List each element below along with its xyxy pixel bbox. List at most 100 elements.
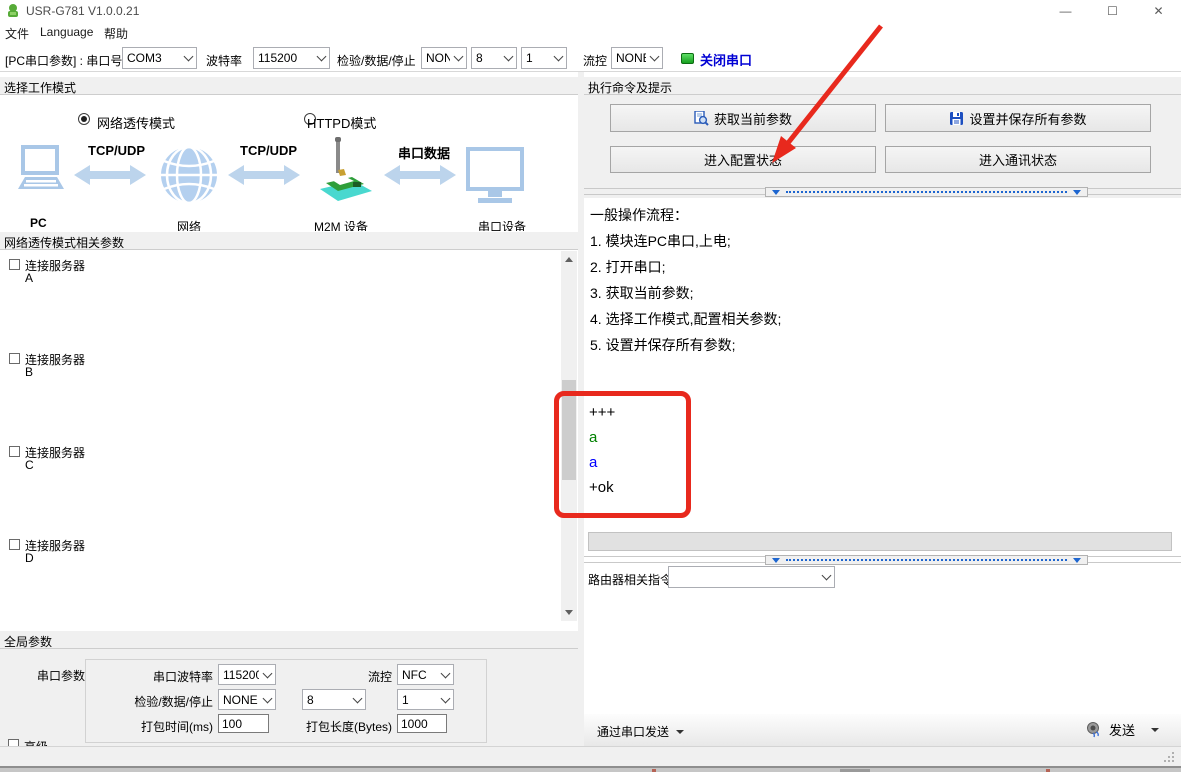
packlen-input[interactable] — [397, 714, 447, 733]
chevron-down-icon[interactable] — [437, 690, 453, 709]
send-via-serial-label: 通过串口发送 — [597, 723, 669, 740]
serial-flow-value: NFC — [398, 668, 437, 682]
instruction-line: 一般操作流程： — [590, 202, 781, 228]
server-c-label[interactable]: 连接服务器 — [25, 444, 85, 461]
packtime-label: 打包时间(ms) — [100, 718, 213, 735]
collapse-arrow-icon[interactable] — [1073, 190, 1081, 195]
resize-grip-icon[interactable] — [1163, 752, 1175, 764]
chevron-down-icon[interactable] — [437, 665, 453, 684]
radio-httpd-label[interactable]: HTTPD模式 — [307, 113, 376, 132]
splitter-dotted-line — [786, 191, 1067, 193]
chevron-down-icon[interactable] — [450, 48, 466, 68]
log-splitter[interactable] — [584, 186, 1181, 198]
serial-databits-value: 8 — [303, 693, 349, 707]
server-b-suffix: B — [25, 365, 33, 379]
server-a-label[interactable]: 连接服务器 — [25, 257, 85, 274]
server-b-label[interactable]: 连接服务器 — [25, 351, 85, 368]
parity-select[interactable]: NONI — [421, 47, 467, 69]
serial-parity-label: 检验/数据/停止 — [100, 693, 213, 710]
scroll-down-icon[interactable] — [561, 604, 577, 621]
chevron-down-icon[interactable] — [550, 48, 566, 68]
server-d-checkbox[interactable] — [9, 539, 20, 550]
radio-net-transparent-label[interactable]: 网络透传模式 — [97, 113, 175, 132]
scroll-up-icon[interactable] — [561, 251, 577, 268]
server-d-suffix: D — [25, 551, 34, 565]
terminal-line: +++ — [589, 400, 615, 425]
usr-g781-app-window: { "titlebar": { "title": "USR-G781 V1.0.… — [0, 0, 1181, 772]
databits-value: 8 — [472, 51, 500, 65]
collapse-arrow-icon[interactable] — [1073, 558, 1081, 563]
router-cmd-label: 路由器相关指令 — [588, 571, 672, 588]
splitter-collapse-handle[interactable] — [765, 187, 1088, 197]
radio-net-transparent-mode[interactable] — [78, 113, 90, 125]
save-params-button[interactable]: 设置并保存所有参数 — [885, 104, 1151, 132]
terminal-line: a — [589, 425, 615, 450]
chevron-down-icon[interactable] — [646, 48, 662, 68]
parity-label: 检验/数据/停止 — [337, 52, 416, 69]
chevron-down-icon[interactable] — [180, 48, 196, 68]
parity-value: NONI — [422, 51, 450, 65]
app-logo-icon — [5, 3, 21, 19]
serial-parity-select[interactable]: NONE — [218, 689, 276, 710]
m2m-device-icon — [310, 137, 376, 209]
send-input-area[interactable] — [584, 592, 1181, 714]
com-port-select[interactable]: COM3 — [122, 47, 197, 69]
com-port-value: COM3 — [123, 51, 180, 65]
server-a-checkbox[interactable] — [9, 259, 20, 270]
enter-config-button[interactable]: 进入配置状态 — [610, 146, 876, 173]
floppy-save-icon — [949, 111, 964, 126]
collapse-arrow-icon[interactable] — [772, 190, 780, 195]
send-via-serial-dropdown[interactable]: 通过串口发送 — [597, 723, 684, 740]
search-doc-icon — [694, 111, 709, 126]
baud-label: 波特率 — [206, 52, 242, 69]
scrollbar-thumb[interactable] — [562, 380, 576, 480]
splitter-collapse-handle[interactable] — [765, 555, 1088, 565]
stopbits-select[interactable]: 1 — [521, 47, 567, 69]
flow-select[interactable]: NONE — [611, 47, 663, 69]
enter-config-label: 进入配置状态 — [704, 150, 782, 169]
chevron-down-icon[interactable] — [500, 48, 516, 68]
chevron-down-icon[interactable] — [349, 690, 365, 709]
router-cmd-select[interactable] — [668, 566, 835, 588]
instruction-line: 3. 获取当前参数; — [590, 280, 781, 306]
server-c-checkbox[interactable] — [9, 446, 20, 457]
send-horn-icon — [1086, 721, 1103, 738]
menu-language[interactable]: Language — [40, 25, 93, 39]
instruction-line: 4. 选择工作模式,配置相关参数; — [590, 306, 781, 332]
send-splitter[interactable] — [584, 554, 1181, 566]
chevron-down-icon[interactable] — [313, 48, 329, 68]
close-serial-link[interactable]: 关闭串口 — [700, 50, 752, 69]
menu-file[interactable]: 文件 — [5, 25, 29, 42]
command-preview-bar — [588, 532, 1172, 551]
serial-flow-select[interactable]: NFC — [397, 664, 454, 685]
send-bar: 通过串口发送 发送 — [584, 714, 1181, 746]
enter-comm-label: 进入通讯状态 — [979, 150, 1057, 169]
server-list-scrollbar[interactable] — [561, 251, 577, 621]
databits-select[interactable]: 8 — [471, 47, 517, 69]
server-d-label[interactable]: 连接服务器 — [25, 537, 85, 554]
get-params-label: 获取当前参数 — [714, 109, 792, 128]
taskbar-edge — [0, 766, 1181, 772]
chevron-down-icon[interactable] — [818, 567, 834, 587]
maximize-button[interactable]: ☐ — [1090, 0, 1135, 22]
send-button[interactable]: 发送 — [1086, 720, 1159, 739]
enter-comm-button[interactable]: 进入通讯状态 — [885, 146, 1151, 173]
close-button[interactable]: ✕ — [1136, 0, 1181, 22]
serial-baud-value: 115200 — [219, 668, 259, 682]
get-params-button[interactable]: 获取当前参数 — [610, 104, 876, 132]
collapse-arrow-icon[interactable] — [772, 558, 780, 563]
chevron-down-icon[interactable] — [259, 690, 275, 709]
menu-help[interactable]: 帮助 — [104, 25, 128, 42]
serial-stopbits-select[interactable]: 1 — [397, 689, 454, 710]
server-b-checkbox[interactable] — [9, 353, 20, 364]
transparent-params-header: 网络透传模式相关参数 — [0, 231, 578, 250]
log-output-area[interactable]: 一般操作流程： 1. 模块连PC串口,上电; 2. 打开串口; 3. 获取当前参… — [584, 198, 1181, 532]
terminal-line: a — [589, 450, 615, 475]
chevron-down-icon[interactable] — [259, 665, 275, 684]
baud-select[interactable]: 115200 — [253, 47, 330, 69]
instruction-line: 5. 设置并保存所有参数; — [590, 332, 781, 358]
serial-baud-select[interactable]: 115200 — [218, 664, 276, 685]
minimize-button[interactable]: — — [1043, 0, 1088, 22]
packtime-input[interactable] — [218, 714, 269, 733]
serial-databits-select[interactable]: 8 — [302, 689, 366, 710]
